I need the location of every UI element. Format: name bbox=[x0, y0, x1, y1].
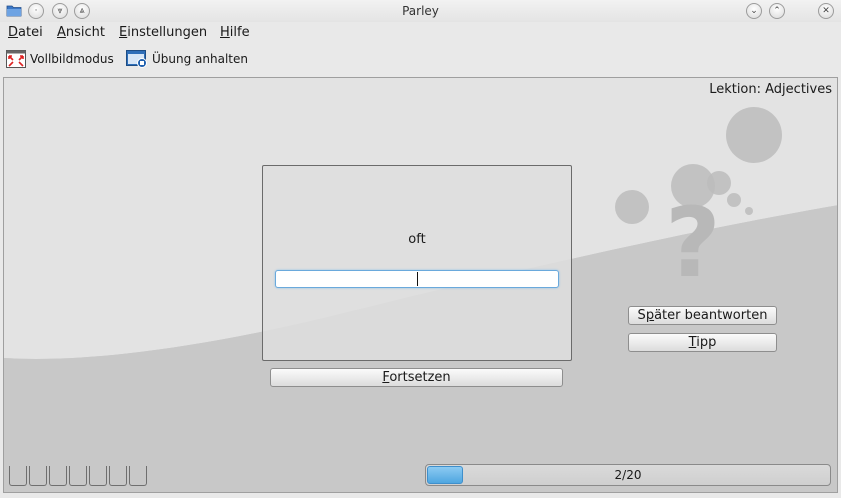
answer-later-mnemonic: p bbox=[645, 308, 655, 323]
minimize-icon[interactable]: ⌄ bbox=[746, 3, 762, 19]
fullscreen-button[interactable]: Vollbildmodus bbox=[6, 48, 114, 70]
continue-label: ortsetzen bbox=[389, 370, 451, 385]
toolbar: Vollbildmodus Übung anhalten bbox=[0, 45, 841, 73]
answer-later-label: äter beantworten bbox=[654, 308, 768, 323]
menu-bar: Datei Ansicht Einstellungen Hilfe bbox=[0, 22, 841, 44]
progress-text: 2/20 bbox=[614, 468, 642, 482]
menu-datei-label: atei bbox=[18, 25, 43, 40]
question-text: oft bbox=[408, 232, 426, 247]
menu-ansicht-label: nsicht bbox=[65, 25, 106, 40]
box-slots bbox=[9, 466, 149, 486]
menu-datei-mnemonic: D bbox=[8, 25, 19, 40]
menu-einstellungen-label: instellungen bbox=[127, 25, 208, 40]
question-mark-icon: ? bbox=[665, 187, 721, 299]
close-icon[interactable]: ✕ bbox=[818, 3, 834, 19]
window-title: Parley bbox=[402, 4, 439, 18]
box-slot bbox=[89, 466, 107, 486]
menu-einstellungen-mnemonic: E bbox=[119, 25, 128, 40]
practice-area: ? Lektion: Adjectives oft Fortsetzen Spä… bbox=[3, 77, 838, 493]
stop-practice-label: Übung anhalten bbox=[152, 52, 248, 66]
answer-later-button[interactable]: Später beantworten bbox=[628, 306, 777, 325]
box-slot bbox=[29, 466, 47, 486]
hint-button[interactable]: Tipp bbox=[628, 333, 777, 352]
menu-ansicht[interactable]: Ansicht bbox=[57, 25, 105, 40]
box-slot bbox=[109, 466, 127, 486]
continue-button[interactable]: Fortsetzen bbox=[270, 368, 563, 387]
box-slot bbox=[49, 466, 67, 486]
hint-label: ipp bbox=[696, 335, 717, 350]
stop-practice-button[interactable]: Übung anhalten bbox=[126, 48, 248, 70]
menu-hilfe-label: ilfe bbox=[229, 25, 250, 40]
stop-practice-icon bbox=[126, 50, 147, 68]
answer-later-prefix: S bbox=[637, 308, 646, 323]
fullscreen-label: Vollbildmodus bbox=[30, 52, 114, 66]
menu-hilfe[interactable]: Hilfe bbox=[220, 25, 250, 40]
menu-einstellungen[interactable]: Einstellungen bbox=[119, 25, 207, 40]
title-bar[interactable]: · ⩔ ⩓ Parley ⌄ ⌃ ✕ bbox=[0, 0, 841, 22]
menu-hilfe-mnemonic: H bbox=[220, 25, 230, 40]
question-card: oft bbox=[262, 165, 572, 361]
fullscreen-icon bbox=[6, 50, 26, 68]
box-slot bbox=[69, 466, 87, 486]
lesson-label: Lektion: Adjectives bbox=[709, 82, 832, 97]
maximize-icon[interactable]: ⌃ bbox=[769, 3, 785, 19]
parley-window: · ⩔ ⩓ Parley ⌄ ⌃ ✕ Datei Ansicht Einstel… bbox=[0, 0, 841, 498]
progress-bar: 2/20 bbox=[425, 464, 831, 486]
menu-datei[interactable]: Datei bbox=[8, 25, 43, 40]
menu-ansicht-mnemonic: A bbox=[57, 25, 66, 40]
text-caret bbox=[417, 272, 418, 286]
box-slot bbox=[129, 466, 147, 486]
box-slot bbox=[9, 466, 27, 486]
